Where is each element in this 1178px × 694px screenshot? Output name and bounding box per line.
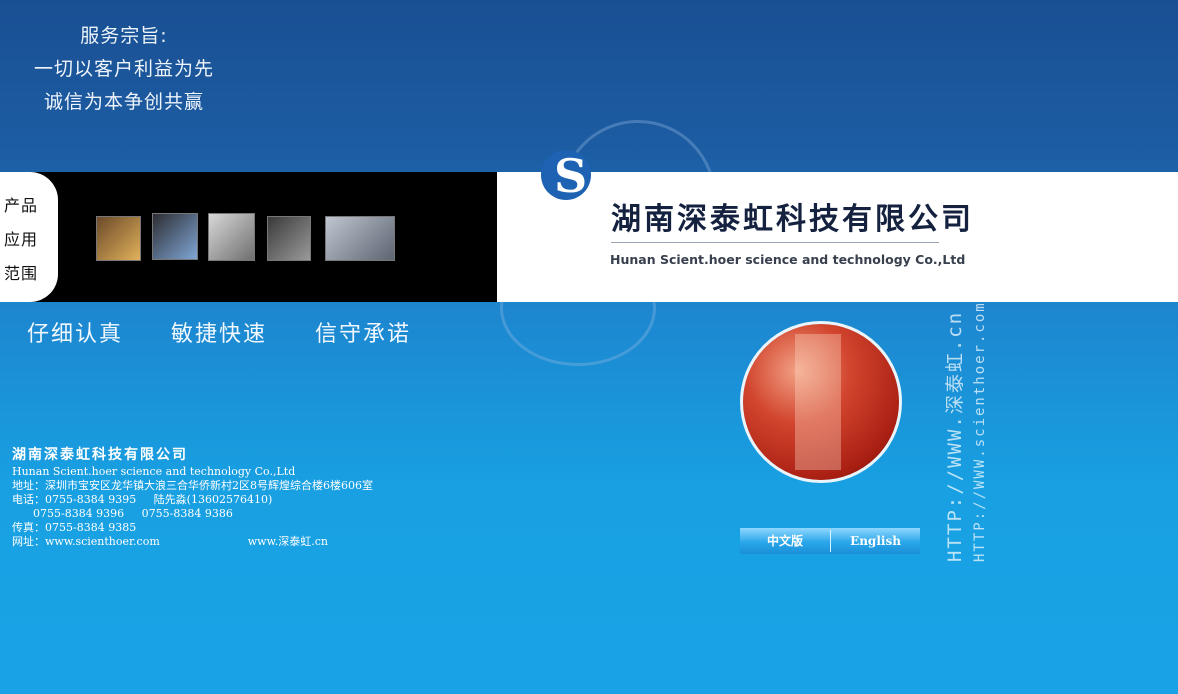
contact-company-name: 湖南深泰虹科技有限公司	[12, 447, 188, 463]
service-statement: 服务宗旨: 一切以客户利益为先 诚信为本争创共赢	[24, 20, 224, 119]
product-thumb-camera[interactable]	[325, 216, 395, 261]
vertical-url-cn: HTTP://WWW.深泰虹.cn	[944, 310, 966, 562]
company-name-cn: 湖南深泰虹科技有限公司	[611, 202, 974, 237]
company-logo-icon: S	[541, 149, 591, 203]
slogan-quick: 敏捷快速	[171, 322, 268, 347]
contact-website-row: 网址：www.scienthoer.com www.深泰虹.cn	[12, 535, 373, 549]
product-photo	[740, 321, 902, 483]
language-bar: 中文版 English	[740, 528, 920, 554]
english-version-button[interactable]: English	[831, 528, 920, 554]
contact-phone-2: 0755-8384 9396 0755-8384 9386	[12, 507, 233, 520]
contact-address: 地址：深圳市宝安区龙华镇大浪三合华侨新村2区8号辉煌综合楼6楼606室	[12, 479, 373, 492]
product-thumb-printer[interactable]	[208, 213, 255, 261]
company-name-rule	[611, 242, 939, 243]
company-name-en: Hunan Scient.hoer science and technology…	[610, 252, 966, 267]
chinese-version-button[interactable]: 中文版	[740, 528, 830, 554]
product-thumb-camcorder[interactable]	[267, 216, 311, 261]
service-line-2: 诚信为本争创共赢	[43, 91, 204, 113]
vertical-url-com: HTTP://WWW.scienthoer.com	[972, 301, 988, 562]
contact-phone: 电话：0755-8384 9395 陆先淼(13602576410)	[12, 493, 273, 506]
contact-fax: 传真：0755-8384 9385	[12, 521, 137, 534]
product-thumb-laptop[interactable]	[152, 213, 198, 260]
product-thumb-phone[interactable]	[96, 216, 141, 261]
svg-text:S: S	[554, 149, 587, 203]
service-line-1: 一切以客户利益为先	[33, 58, 214, 80]
tab-label-3: 范围	[4, 264, 39, 283]
tab-label-1: 产品	[4, 196, 39, 215]
contact-website[interactable]: 网址：www.scienthoer.com	[12, 535, 160, 548]
product-range-tab[interactable]: 产品 应用 范围	[0, 172, 58, 302]
tab-label-2: 应用	[4, 230, 39, 249]
slogan-promise: 信守承诺	[315, 322, 412, 347]
service-heading: 服务宗旨:	[80, 25, 168, 47]
contact-company-en: Hunan Scient.hoer science and technology…	[12, 465, 296, 478]
photo-glare	[795, 334, 841, 470]
contact-block: 湖南深泰虹科技有限公司 Hunan Scient.hoer science an…	[12, 448, 373, 549]
contact-website-2[interactable]: www.深泰虹.cn	[248, 535, 328, 548]
slogan-careful: 仔细认真	[27, 322, 124, 347]
